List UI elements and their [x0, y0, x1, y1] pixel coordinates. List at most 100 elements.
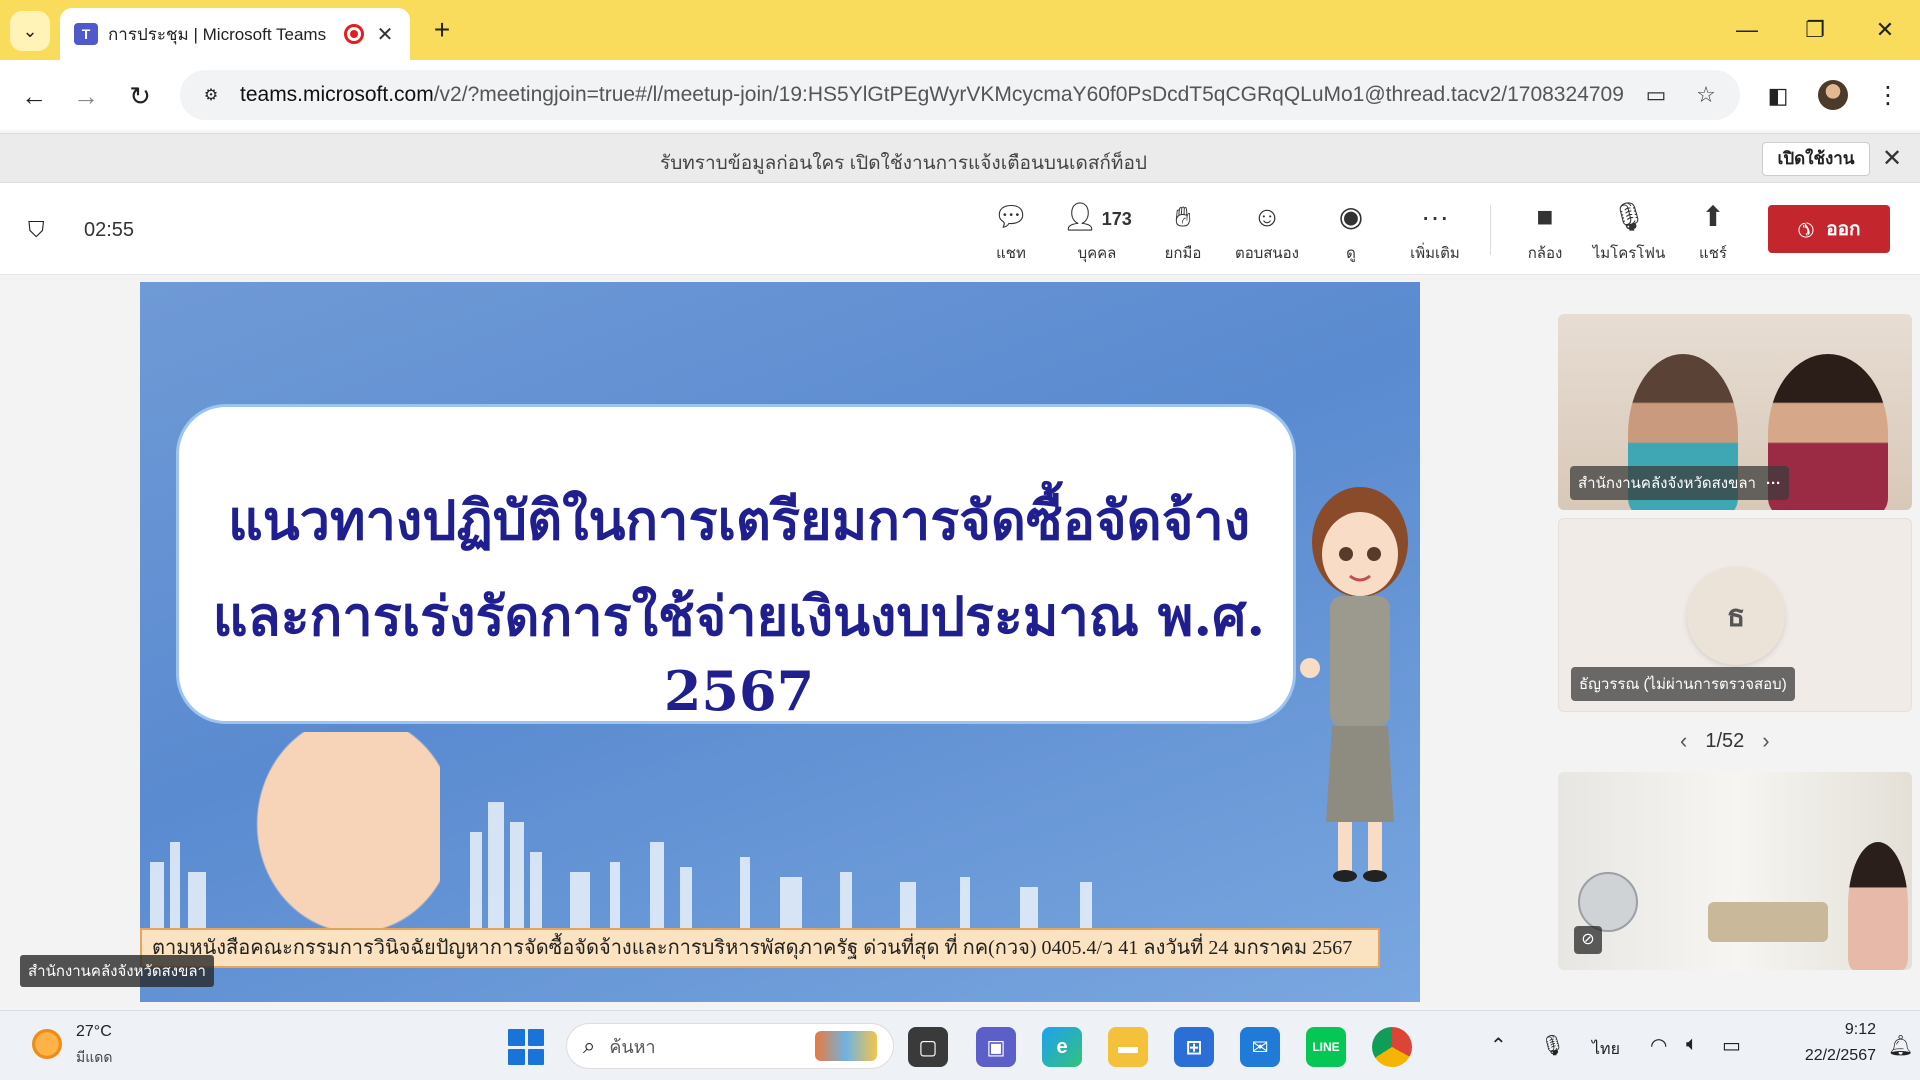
toolbar-divider	[1490, 205, 1491, 255]
battery-icon[interactable]: ▭	[1722, 1033, 1741, 1058]
meeting-control-bar: ⛉ 02:55 💬︎ แชท 👤︎ 173 บุคคล ✋︎ ยกมือ ☺ ตอ…	[0, 183, 1920, 275]
windows-taskbar: 27°C มีแดด ⌕ ค้นหา ▢ ▣ e ▬ ⊞ ✉ LINE ⌃ 🎙︎…	[0, 1010, 1920, 1080]
reload-icon[interactable]: ↻	[120, 76, 160, 116]
view-label: ดู	[1346, 245, 1356, 262]
weather-sun-icon[interactable]	[32, 1029, 62, 1059]
mic-button[interactable]: 🎙︎ ไมโครโฟน	[1584, 197, 1674, 265]
view-icon: ◉	[1338, 201, 1364, 232]
share-label: แชร์	[1699, 245, 1727, 262]
enable-notifications-button[interactable]: เปิดใช้งาน	[1762, 142, 1870, 176]
mic-off-icon: ⊘	[1574, 926, 1602, 954]
raise-hand-button[interactable]: ✋︎ ยกมือ	[1138, 197, 1228, 265]
teams-chat-icon[interactable]: ▣	[976, 1027, 1016, 1067]
browser-tab-strip: ⌄ T การประชุม | Microsoft Teams ✕ + — ❐ …	[0, 0, 1920, 60]
windows-start-icon[interactable]	[508, 1029, 544, 1065]
fan-image	[1578, 872, 1638, 932]
participant-more-icon[interactable]: ···	[1766, 475, 1781, 492]
slide-title-card: แนวทางปฏิบัติในการเตรียมการจัดซื้อจัดจ้า…	[176, 404, 1296, 724]
notification-close-icon[interactable]: ✕	[1882, 144, 1902, 173]
notification-bell-icon[interactable]: 🔔︎	[1888, 1033, 1913, 1058]
search-placeholder: ค้นหา	[609, 1036, 656, 1057]
url-path: /v2/?meetingjoin=true#/l/meetup-join/19:…	[433, 83, 1624, 106]
chrome-browser-icon[interactable]	[1372, 1027, 1412, 1067]
participant-pager: ‹ 1/52 ›	[1680, 728, 1770, 754]
profile-avatar[interactable]	[1818, 80, 1848, 110]
edge-browser-icon[interactable]: e	[1042, 1027, 1082, 1067]
weather-temperature[interactable]: 27°C	[76, 1023, 112, 1041]
window-close-button[interactable]: ✕	[1860, 10, 1910, 50]
address-bar[interactable]: ⚙ teams.microsoft.com/v2/?meetingjoin=tr…	[180, 70, 1740, 120]
side-panel-icon[interactable]: ◧	[1758, 76, 1798, 116]
react-label: ตอบสนอง	[1234, 245, 1299, 262]
tab-close-icon[interactable]: ✕	[374, 22, 396, 47]
people-count: 173	[1101, 208, 1132, 229]
participant-tile[interactable]: สำนักงานคลังจังหวัดสงขลา ···	[1558, 314, 1912, 510]
show-hidden-icons-chevron-icon[interactable]: ⌃	[1490, 1033, 1507, 1058]
react-button[interactable]: ☺ ตอบสนอง	[1222, 197, 1312, 265]
video-camera-icon: ■	[1536, 201, 1554, 232]
clock-date[interactable]: 22/2/2567	[1770, 1047, 1876, 1065]
slide-caption: ตามหนังสือคณะกรรมการวินิจฉัยปัญหาการจัดซ…	[140, 928, 1380, 968]
url-domain: teams.microsoft.com	[240, 83, 434, 106]
desk-image	[1708, 902, 1828, 942]
forward-arrow-icon[interactable]: →	[66, 76, 106, 116]
taskbar-search-box[interactable]: ⌕ ค้นหา	[566, 1023, 894, 1069]
microsoft-store-icon[interactable]: ⊞	[1174, 1027, 1214, 1067]
mail-icon[interactable]: ✉	[1240, 1027, 1280, 1067]
camera-button[interactable]: ■ กล้อง	[1500, 197, 1590, 265]
browser-menu-icon[interactable]: ⋮	[1868, 76, 1908, 116]
url-text[interactable]: teams.microsoft.com/v2/?meetingjoin=true…	[240, 83, 1624, 107]
mascot-illustration	[1300, 487, 1408, 882]
notification-bar: รับทราบข้อมูลก่อนใคร เปิดใช้งานการแจ้งเต…	[0, 133, 1920, 183]
clock-time[interactable]: 9:12	[1820, 1021, 1876, 1039]
slide-title-line1: แนวทางปฏิบัติในการเตรียมการจัดซื้อจัดจ้า…	[227, 488, 1251, 552]
tab-search-chevron-icon[interactable]: ⌄	[10, 11, 50, 51]
line-app-icon[interactable]: LINE	[1306, 1027, 1346, 1067]
participant-tile[interactable]: ⊘	[1558, 772, 1912, 970]
back-arrow-icon[interactable]: ←	[14, 76, 54, 116]
hand-icon: ✋︎	[1175, 201, 1191, 232]
pager-text: 1/52	[1705, 729, 1745, 752]
wifi-icon[interactable]: ◠	[1650, 1033, 1667, 1058]
mic-label: ไมโครโฟน	[1592, 245, 1666, 262]
slide-title-line2: และการเร่งรัดการใช้จ่ายเงินงบประมาณ พ.ศ.…	[212, 584, 1266, 723]
search-icon: ⌕	[583, 1033, 596, 1058]
leave-label: ออก	[1826, 219, 1861, 240]
pager-prev-icon[interactable]: ‹	[1680, 728, 1687, 754]
recording-icon	[344, 24, 364, 44]
shield-icon[interactable]: ⛉	[28, 217, 45, 243]
shared-slide: แนวทางปฏิบัติในการเตรียมการจัดซื้อจัดจ้า…	[140, 282, 1420, 1002]
pager-next-icon[interactable]: ›	[1762, 728, 1769, 754]
more-button[interactable]: ··· เพิ่มเติม	[1390, 197, 1480, 265]
bookmark-star-icon[interactable]: ☆	[1688, 77, 1724, 113]
task-view-icon[interactable]: ▢	[908, 1027, 948, 1067]
volume-icon[interactable]: 🔈︎	[1686, 1033, 1698, 1056]
phone-hangup-icon: ✆	[1791, 214, 1820, 243]
input-language[interactable]: ไทย	[1592, 1037, 1620, 1062]
chat-icon: 💬︎	[993, 201, 1029, 232]
more-dots-icon: ···	[1421, 201, 1449, 232]
chat-button[interactable]: 💬︎ แชท	[966, 197, 1056, 265]
file-explorer-icon[interactable]: ▬	[1108, 1027, 1148, 1067]
mic-off-icon: 🎙︎	[1611, 201, 1647, 232]
browser-tab-teams[interactable]: T การประชุม | Microsoft Teams ✕	[60, 8, 410, 60]
share-button[interactable]: ⬆ แชร์	[1668, 197, 1758, 265]
meeting-timer: 02:55	[84, 219, 135, 241]
participant-avatar: ธ	[1687, 567, 1785, 665]
view-button[interactable]: ◉ ดู	[1306, 197, 1396, 265]
window-minimize-button[interactable]: —	[1722, 10, 1772, 50]
microphone-icon[interactable]: 🎙︎	[1540, 1033, 1565, 1058]
teams-favicon-icon: T	[74, 23, 98, 45]
participant-person-image	[1848, 842, 1908, 970]
people-button[interactable]: 👤︎ 173 บุคคล	[1052, 197, 1142, 265]
people-label: บุคคล	[1077, 245, 1117, 262]
new-tab-button[interactable]: +	[424, 12, 460, 48]
participant-name: ธัญวรรณ (ไม่ผ่านการตรวจสอบ)	[1571, 667, 1795, 701]
window-restore-button[interactable]: ❐	[1790, 10, 1840, 50]
participant-tile[interactable]: ธ ธัญวรรณ (ไม่ผ่านการตรวจสอบ)	[1558, 518, 1912, 712]
leave-button[interactable]: ✆ ออก	[1768, 205, 1890, 253]
site-info-icon[interactable]: ⚙	[196, 80, 226, 110]
camera-in-use-icon[interactable]: ▭	[1638, 77, 1674, 113]
weather-description[interactable]: มีแดด	[76, 1047, 112, 1069]
more-label: เพิ่มเติม	[1410, 245, 1460, 262]
